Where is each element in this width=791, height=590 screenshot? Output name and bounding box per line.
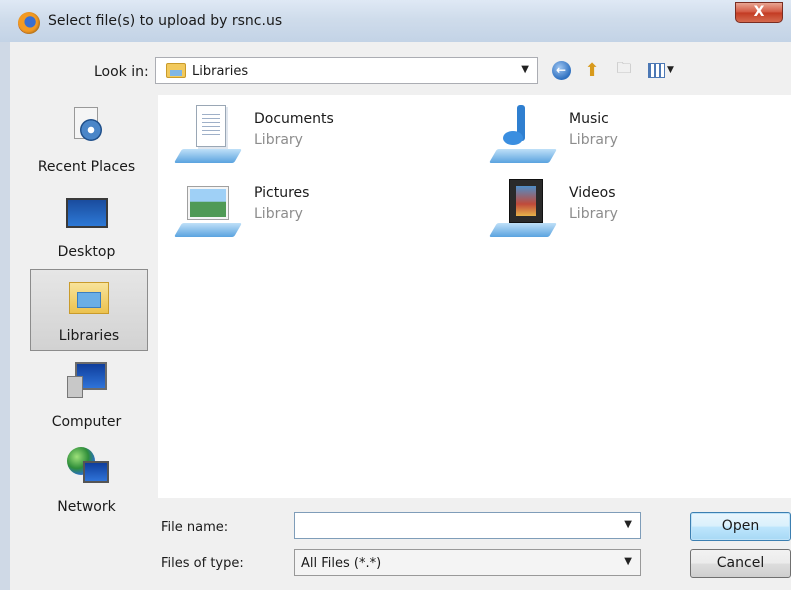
item-type: Library [569, 206, 618, 222]
files-of-type-label: Files of type: [161, 556, 244, 571]
videos-library-icon [488, 179, 558, 239]
music-library-icon [488, 105, 558, 165]
place-computer[interactable]: Computer [24, 354, 149, 436]
dropdown-arrow-icon[interactable]: ▼ [521, 64, 529, 75]
places-bar: Recent Places Desktop Libraries Computer… [24, 99, 149, 590]
place-label: Desktop [57, 244, 116, 260]
files-of-type-value: All Files (*.*) [301, 556, 382, 571]
title-bar: Select file(s) to upload by rsnc.us X [0, 0, 791, 42]
documents-library-icon [173, 105, 243, 165]
place-network[interactable]: Network [24, 439, 149, 521]
look-in-value: Libraries [192, 64, 249, 79]
item-type: Library [254, 132, 303, 148]
up-folder-icon[interactable]: ⬆ [581, 59, 603, 81]
file-list[interactable]: Documents Library Music Library Pictures… [158, 95, 791, 498]
window-title: Select file(s) to upload by rsnc.us [48, 13, 283, 29]
libraries-icon [166, 63, 186, 78]
cancel-button[interactable]: Cancel [690, 549, 791, 578]
list-item-pictures[interactable]: Pictures Library [170, 177, 470, 241]
dropdown-arrow-icon[interactable]: ▼ [624, 519, 632, 530]
dropdown-arrow-icon[interactable]: ▼ [624, 556, 632, 567]
file-dialog: Look in: Libraries ▼ ← ⬆ 🗀 ▼ Recent Plac… [10, 42, 791, 590]
place-label: Libraries [58, 328, 120, 344]
place-label: Network [57, 499, 116, 515]
item-name: Videos [569, 185, 616, 201]
new-folder-icon[interactable]: 🗀 [613, 59, 635, 81]
place-label: Computer [51, 414, 122, 430]
file-name-label: File name: [161, 520, 229, 535]
place-libraries[interactable]: Libraries [30, 269, 148, 351]
list-item-videos[interactable]: Videos Library [485, 177, 785, 241]
place-recent-places[interactable]: Recent Places [24, 99, 149, 181]
look-in-dropdown[interactable]: Libraries ▼ [155, 57, 538, 84]
list-item-documents[interactable]: Documents Library [170, 103, 470, 167]
place-label: Recent Places [37, 159, 136, 175]
look-in-label: Look in: [94, 64, 149, 80]
list-item-music[interactable]: Music Library [485, 103, 785, 167]
back-icon[interactable]: ← [550, 59, 572, 81]
file-name-field[interactable]: ▼ [294, 512, 641, 539]
item-name: Music [569, 111, 609, 127]
item-name: Pictures [254, 185, 310, 201]
file-name-input[interactable] [295, 513, 640, 538]
network-icon [66, 447, 109, 483]
item-type: Library [569, 132, 618, 148]
open-button[interactable]: Open [690, 512, 791, 541]
place-desktop[interactable]: Desktop [24, 184, 149, 266]
item-name: Documents [254, 111, 334, 127]
firefox-icon [18, 12, 40, 34]
computer-icon [66, 362, 107, 398]
pictures-library-icon [173, 179, 243, 239]
files-of-type-select[interactable]: All Files (*.*) ▼ [294, 549, 641, 576]
item-type: Library [254, 206, 303, 222]
views-icon[interactable]: ▼ [644, 59, 678, 81]
libraries-icon [69, 278, 109, 316]
recent-places-icon [70, 107, 104, 141]
desktop-icon [65, 198, 108, 228]
close-button[interactable]: X [735, 2, 783, 23]
